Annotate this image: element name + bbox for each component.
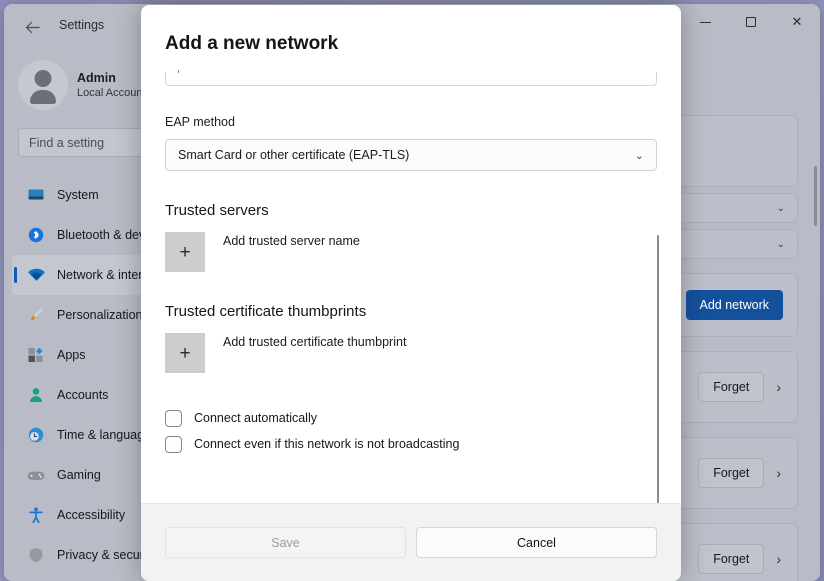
clock-globe-icon bbox=[26, 426, 46, 444]
sidebar-item-time-language[interactable]: Time & language bbox=[12, 415, 148, 455]
dialog-checkbox-group: Connect automatically Connect even if th… bbox=[165, 405, 657, 457]
add-trusted-server-label: Add trusted server name bbox=[223, 234, 360, 248]
back-arrow-icon[interactable] bbox=[18, 14, 46, 40]
gamepad-icon bbox=[26, 466, 46, 484]
eap-method-label: EAP method bbox=[165, 115, 235, 129]
connect-not-broadcasting-label: Connect even if this network is not broa… bbox=[194, 437, 460, 451]
cancel-button[interactable]: Cancel bbox=[416, 527, 657, 558]
sidebar-item-label: Apps bbox=[57, 348, 86, 362]
sidebar-item-personalization[interactable]: Personalization bbox=[12, 295, 148, 335]
trusted-thumbprints-heading: Trusted certificate thumbprints bbox=[165, 303, 367, 320]
sidebar-item-label: Gaming bbox=[57, 468, 101, 482]
monitor-icon bbox=[26, 186, 46, 204]
sidebar-item-label: Time & language bbox=[57, 428, 148, 442]
sidebar-item-accounts[interactable]: Accounts bbox=[12, 375, 148, 415]
forget-button[interactable]: Forget bbox=[698, 458, 765, 488]
sidebar-item-network-internet[interactable]: Network & internet bbox=[12, 255, 148, 295]
accessibility-person-icon bbox=[26, 506, 46, 524]
sidebar-item-label: Accounts bbox=[57, 388, 109, 402]
sidebar-nav-list: System Bluetooth & devices Network & int… bbox=[12, 175, 148, 575]
dialog-title: Add a new network bbox=[165, 33, 339, 54]
bluetooth-icon bbox=[26, 226, 46, 244]
chevron-right-icon[interactable]: › bbox=[776, 379, 783, 395]
account-person-icon bbox=[26, 386, 46, 404]
sidebar-item-label: Privacy & security bbox=[57, 548, 148, 562]
chevron-right-icon[interactable]: › bbox=[776, 465, 783, 481]
connect-not-broadcasting-checkbox[interactable] bbox=[165, 435, 182, 453]
paintbrush-icon bbox=[26, 306, 46, 324]
maximize-button[interactable] bbox=[728, 4, 774, 40]
sidebar-item-apps[interactable]: Apps bbox=[12, 335, 148, 375]
add-trusted-thumbprint-label: Add trusted certificate thumbprint bbox=[223, 335, 407, 349]
add-network-button[interactable]: Add network bbox=[685, 290, 783, 320]
sidebar-item-bluetooth-devices[interactable]: Bluetooth & devices bbox=[12, 215, 148, 255]
connect-not-broadcasting-row[interactable]: Connect even if this network is not broa… bbox=[165, 431, 657, 457]
person-avatar-icon bbox=[18, 60, 68, 110]
connect-automatically-row[interactable]: Connect automatically bbox=[165, 405, 657, 431]
forget-button[interactable]: Forget bbox=[698, 372, 765, 402]
dialog-footer: Save Cancel bbox=[141, 503, 681, 581]
shield-icon bbox=[26, 546, 46, 564]
profile-section[interactable]: Admin Local Account bbox=[18, 60, 148, 110]
sidebar-item-system[interactable]: System bbox=[12, 175, 148, 215]
dialog-scrollbar[interactable] bbox=[657, 235, 659, 503]
sidebar: Admin Local Account Find a setting Syste… bbox=[4, 48, 178, 581]
forget-button[interactable]: Forget bbox=[698, 544, 765, 574]
content-scrollbar[interactable] bbox=[814, 166, 817, 226]
sidebar-item-label: Network & internet bbox=[57, 268, 148, 282]
sidebar-item-label: Personalization bbox=[57, 308, 143, 322]
sidebar-item-accessibility[interactable]: Accessibility bbox=[12, 495, 148, 535]
chevron-down-icon: ⌄ bbox=[634, 149, 644, 162]
apps-grid-icon bbox=[26, 346, 46, 364]
chevron-down-icon: ⌄ bbox=[776, 238, 785, 250]
close-button[interactable]: ✕ bbox=[774, 4, 820, 40]
sidebar-item-label: Accessibility bbox=[57, 508, 126, 522]
save-button[interactable]: Save bbox=[165, 527, 406, 558]
minimize-button[interactable] bbox=[682, 4, 728, 40]
chevron-right-icon[interactable]: › bbox=[776, 551, 783, 567]
sidebar-item-label: Bluetooth & devices bbox=[57, 228, 148, 242]
add-network-dialog: Add a new network EAP method Smart Card … bbox=[141, 5, 681, 581]
connect-automatically-label: Connect automatically bbox=[194, 411, 317, 425]
chevron-down-icon: ⌄ bbox=[776, 202, 785, 214]
add-trusted-server-row[interactable]: + Add trusted server name bbox=[165, 232, 657, 272]
plus-icon[interactable]: + bbox=[165, 333, 205, 373]
trusted-servers-heading: Trusted servers bbox=[165, 202, 269, 219]
profile-subtitle: Local Account bbox=[77, 86, 146, 99]
eap-method-value: Smart Card or other certificate (EAP-TLS… bbox=[178, 148, 410, 162]
dialog-body: EAP method Smart Card or other certifica… bbox=[141, 55, 681, 503]
sidebar-item-label: System bbox=[57, 188, 99, 202]
eap-method-dropdown[interactable]: Smart Card or other certificate (EAP-TLS… bbox=[165, 139, 657, 171]
profile-name: Admin bbox=[77, 70, 116, 85]
connect-automatically-checkbox[interactable] bbox=[165, 409, 182, 427]
app-title: Settings bbox=[59, 18, 105, 32]
sidebar-item-privacy-security[interactable]: Privacy & security bbox=[12, 535, 148, 575]
sidebar-item-gaming[interactable]: Gaming bbox=[12, 455, 148, 495]
wifi-icon bbox=[26, 266, 46, 284]
plus-icon[interactable]: + bbox=[165, 232, 205, 272]
network-name-input-partial[interactable] bbox=[165, 70, 657, 86]
add-trusted-thumbprint-row[interactable]: + Add trusted certificate thumbprint bbox=[165, 333, 657, 373]
